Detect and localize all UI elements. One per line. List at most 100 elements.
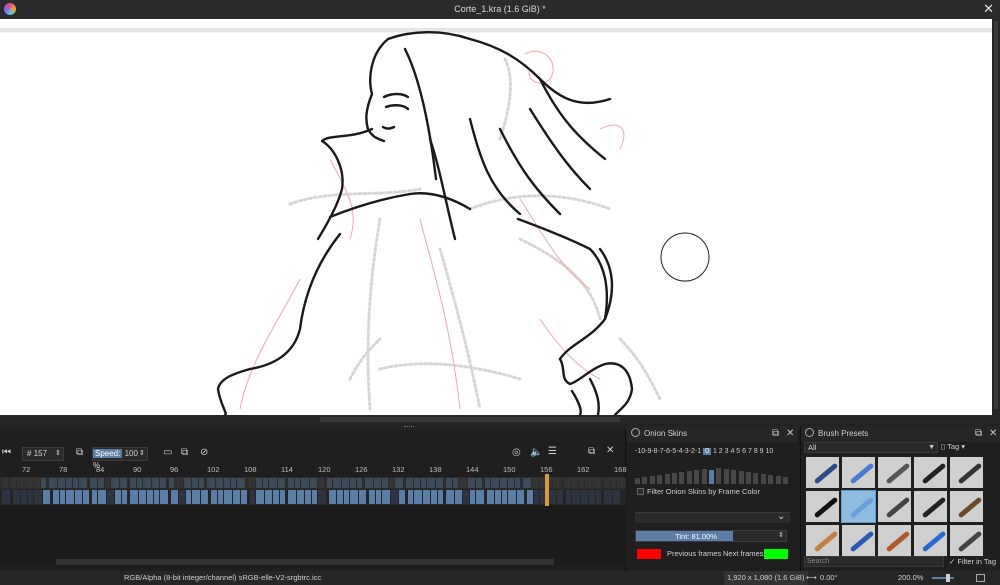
keyframe-cell[interactable] [41, 478, 46, 488]
keyframe-cell[interactable] [2, 490, 10, 504]
onion-opacity-bar[interactable] [694, 470, 700, 484]
keyframe-cell[interactable] [604, 478, 610, 488]
onion-opacity-bar[interactable] [738, 471, 744, 484]
keyframe-cell[interactable] [527, 490, 533, 504]
keyframe-cell[interactable] [589, 490, 595, 504]
canvas-horizontal-scrollbar[interactable] [0, 415, 1000, 424]
keyframe-cell[interactable] [79, 478, 87, 488]
keyframe-cell[interactable] [617, 478, 625, 488]
keyframe-cell[interactable] [98, 490, 106, 504]
keyframe-cell[interactable] [572, 490, 580, 504]
keyframe-cell[interactable] [231, 478, 236, 488]
keyframe-cell[interactable] [572, 478, 578, 488]
keyframe-cell[interactable] [414, 478, 420, 488]
onion-opacity-bar[interactable] [716, 468, 722, 484]
keyframe-cell[interactable] [459, 478, 467, 488]
onion-opacity-bar[interactable] [783, 477, 788, 484]
timeline-horizontal-scrollbar[interactable] [56, 559, 554, 565]
keyframe-cell[interactable] [179, 490, 185, 504]
rotate-icon[interactable]: ⟷ [806, 571, 817, 585]
keyframe-cell[interactable] [137, 478, 142, 488]
keyframe-cell[interactable] [508, 490, 516, 504]
keyframe-cell[interactable] [90, 478, 97, 488]
float-dock-icon[interactable]: ⧉ [975, 426, 982, 442]
keyframe-cell[interactable] [11, 478, 16, 488]
keyframe-cell[interactable] [147, 490, 153, 504]
brush-preset-tile[interactable] [841, 456, 876, 489]
keyframe-cell[interactable] [453, 478, 458, 488]
keyframe-cell[interactable] [604, 490, 612, 504]
onion-opacity-bar[interactable] [775, 476, 781, 484]
keyframe-cell[interactable] [26, 478, 33, 488]
keyframe-cell[interactable] [532, 478, 539, 488]
keyframe-cell[interactable] [508, 478, 514, 488]
color-filter-select[interactable] [635, 512, 790, 523]
onion-opacity-bar[interactable] [642, 477, 648, 484]
onion-opacity-sliders[interactable] [635, 462, 791, 484]
keyframe-cell[interactable] [327, 478, 332, 488]
timeline-ruler[interactable]: 72 78 84 90 96 102 108 114 120 126 132 138 144 150 156… [0, 463, 627, 477]
brush-search-input[interactable]: Search [804, 556, 944, 567]
onion-opacity-bar[interactable] [723, 469, 729, 484]
brush-preset-tile[interactable] [877, 490, 912, 523]
keyframe-cell[interactable] [34, 478, 40, 488]
keyframe-cell[interactable] [318, 478, 324, 488]
keyframe-cell[interactable] [357, 478, 362, 488]
playhead[interactable] [545, 474, 549, 506]
keyframe-cell[interactable] [211, 490, 217, 504]
brush-preset-tile[interactable] [949, 456, 984, 489]
keyframe-cell[interactable] [207, 478, 215, 488]
keyframe-cell[interactable] [28, 490, 33, 504]
brush-preset-tile[interactable] [913, 456, 948, 489]
audio-icon[interactable]: 🔈 [530, 447, 542, 458]
brush-preset-tile[interactable] [913, 490, 948, 523]
keyframe-cell[interactable] [382, 478, 388, 488]
keyframe-cell[interactable] [406, 478, 413, 488]
brush-preset-tile[interactable] [805, 524, 840, 557]
keyframe-cell[interactable] [491, 478, 499, 488]
keyframe-cell[interactable] [427, 478, 435, 488]
keyframe-cell[interactable] [297, 490, 304, 504]
keyframe-cell[interactable] [487, 490, 494, 504]
brush-preset-tile[interactable] [805, 456, 840, 489]
keyframe-cell[interactable] [107, 490, 114, 504]
close-window-icon[interactable]: ✕ [983, 1, 994, 17]
onion-opacity-bar[interactable] [701, 469, 707, 484]
keyframe-cell[interactable] [382, 490, 390, 504]
keyframe-cell[interactable] [250, 490, 255, 504]
keyframe-cell[interactable] [98, 478, 104, 488]
keyframe-cell[interactable] [337, 490, 343, 504]
brush-preset-tile[interactable] [841, 490, 876, 523]
keyframe-cell[interactable] [389, 478, 394, 488]
onion-opacity-bar[interactable] [746, 472, 751, 484]
keyframe-cell[interactable] [312, 490, 317, 504]
keyframe-cell[interactable] [468, 478, 475, 488]
keyframe-track[interactable] [0, 489, 626, 505]
keyframe-cell[interactable] [53, 490, 59, 504]
brush-preset-tile[interactable] [877, 456, 912, 489]
keyframe-cell[interactable] [500, 478, 507, 488]
keyframe-cell[interactable] [256, 490, 264, 504]
keyframe-cell[interactable] [66, 490, 74, 504]
keyframe-cell[interactable] [224, 490, 232, 504]
keyframe-cell[interactable] [248, 478, 255, 488]
keyframe-cell[interactable] [171, 490, 178, 504]
keyframe-cell[interactable] [613, 490, 620, 504]
onion-opacity-bar[interactable] [635, 478, 640, 484]
onion-opacity-bar[interactable] [657, 475, 663, 484]
keyframe-cell[interactable] [58, 478, 65, 488]
keyframe-cell[interactable] [224, 478, 230, 488]
onion-opacity-bar[interactable] [672, 473, 677, 484]
frame-number-spinbox[interactable]: # 157 ⇕ [22, 447, 64, 461]
keyframe-cell[interactable] [130, 490, 138, 504]
keyframe-cell[interactable] [49, 478, 57, 488]
keyframe-cell[interactable] [502, 490, 507, 504]
keyframe-cell[interactable] [263, 478, 268, 488]
keyframe-cell[interactable] [60, 490, 65, 504]
keyframe-cell[interactable] [184, 478, 191, 488]
keyframe-cell[interactable] [596, 490, 601, 504]
keyframe-cell[interactable] [517, 490, 524, 504]
keyframe-cell[interactable] [523, 478, 531, 488]
keyframe-cell[interactable] [359, 490, 366, 504]
onion-opacity-bar[interactable] [664, 474, 670, 484]
